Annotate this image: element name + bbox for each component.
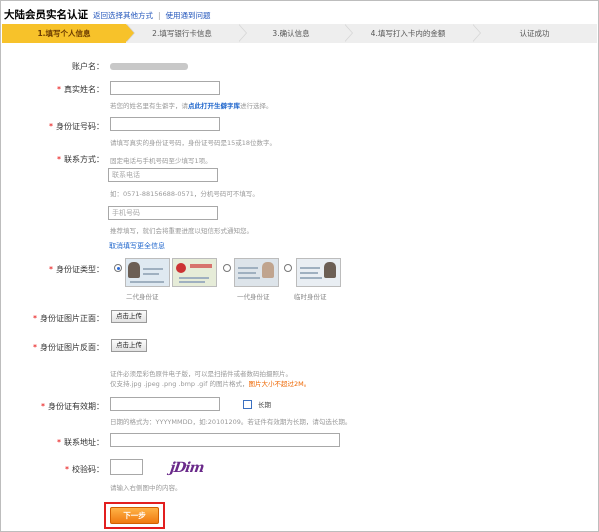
step-2-label: 2.填写银行卡信息 — [152, 29, 212, 38]
captcha-label: * 校验码： — [65, 465, 104, 474]
id-card-gen2-back-image — [172, 258, 217, 287]
id-type-radio-gen1[interactable] — [223, 264, 231, 272]
cancel-contact-link[interactable]: 取消填写更全信息 — [109, 241, 165, 251]
step-1: 1.填写个人信息 — [2, 24, 135, 43]
long-term-label: 长期 — [258, 401, 271, 409]
step-3: 3.确认信息 — [238, 24, 353, 43]
next-button-highlight: 下一步 — [104, 502, 165, 529]
address-input[interactable] — [110, 433, 340, 447]
page-title: 大陆会员实名认证 — [4, 9, 88, 21]
id-card-gen1-image — [234, 258, 279, 287]
id-type-radio-temp[interactable] — [284, 264, 292, 272]
progress-steps: 1.填写个人信息 2.填写银行卡信息 3.确认信息 4.填写打入卡内的金额 认证… — [2, 24, 597, 43]
real-name-label: * 真实姓名： — [57, 85, 104, 94]
id-front-label: * 身份证图片正面： — [33, 314, 104, 323]
real-name-hint: 若您的姓名里有生僻字，请点此打开生僻字库进行选择。 — [110, 102, 273, 110]
upload-back-button[interactable]: 点击上传 — [111, 339, 147, 352]
address-label: * 联系地址： — [57, 438, 104, 447]
id-type-label: * 身份证类型： — [49, 265, 104, 274]
contact-label: * 联系方式： — [57, 155, 104, 164]
account-name-masked — [110, 63, 188, 70]
id-card-temp-image — [296, 258, 341, 287]
real-name-input[interactable] — [110, 81, 220, 95]
id-back-label: * 身份证图片反面： — [33, 343, 104, 352]
id-number-label: * 身份证号码： — [49, 122, 104, 131]
rare-char-link[interactable]: 点此打开生僻字库 — [188, 102, 240, 110]
id-type-radio-gen2[interactable] — [114, 264, 122, 272]
choose-other-method-link[interactable]: 返回选择其他方式 — [93, 10, 153, 21]
step-4-label: 4.填写打入卡内的金额 — [370, 29, 446, 38]
step-1-label: 1.填写个人信息 — [37, 29, 91, 38]
validity-hint: 日期的格式为：YYYYMMDD，如:20101209。若证件有效期为长期，请勾选… — [110, 418, 352, 426]
mobile-hint: 推荐填写，就们会将重要进度以短信形式通知您。 — [110, 227, 253, 235]
mobile-input[interactable]: 手机号码 — [108, 206, 218, 220]
id-number-input[interactable] — [110, 117, 220, 131]
upload-front-button[interactable]: 点击上传 — [111, 310, 147, 323]
id-card-gen2-front-image — [125, 258, 170, 287]
id-type-gen1-caption: 一代身份证 — [237, 293, 270, 301]
page-header: 大陆会员实名认证 返回选择其他方式 | 使用通到问题 — [4, 7, 211, 21]
captcha-hint: 请输入右侧图中的内容。 — [110, 484, 182, 492]
validity-label: * 身份证有效期： — [41, 402, 104, 411]
id-type-gen2-caption: 二代身份证 — [126, 293, 159, 301]
phone-input[interactable]: 联系电话 — [108, 168, 218, 182]
phone-hint: 如：0571-88156688-0571，分机号码可不填写。 — [110, 190, 259, 198]
account-label: 账户名： — [72, 62, 104, 71]
long-term-checkbox[interactable] — [243, 400, 252, 409]
step-4: 4.填写打入卡内的金额 — [344, 24, 481, 43]
upload-hint-line1: 证件必须是彩色原件电子版，可以是扫描件或者数码拍摄照片。 — [110, 370, 292, 378]
step-5-label: 认证成功 — [519, 29, 550, 38]
validity-input[interactable] — [110, 397, 220, 411]
captcha-input[interactable] — [110, 459, 143, 475]
captcha-image[interactable]: jDim — [169, 460, 205, 476]
contact-hint: 固定电话与手机号码至少填写1项。 — [110, 157, 212, 165]
header-separator: | — [158, 11, 161, 20]
upload-hint-line2: 仅支持.jpg .jpeg .png .bmp .gif 的图片格式，图片大小不… — [110, 380, 311, 388]
step-5: 认证成功 — [472, 24, 597, 43]
step-2: 2.填写银行卡信息 — [126, 24, 247, 43]
next-button[interactable]: 下一步 — [110, 507, 159, 524]
id-number-hint: 请填写真实的身份证号码，身份证号码是15或18位数字。 — [110, 139, 277, 147]
id-type-temp-caption: 临时身份证 — [294, 293, 327, 301]
help-link[interactable]: 使用通到问题 — [166, 10, 211, 21]
step-3-label: 3.确认信息 — [272, 29, 310, 38]
